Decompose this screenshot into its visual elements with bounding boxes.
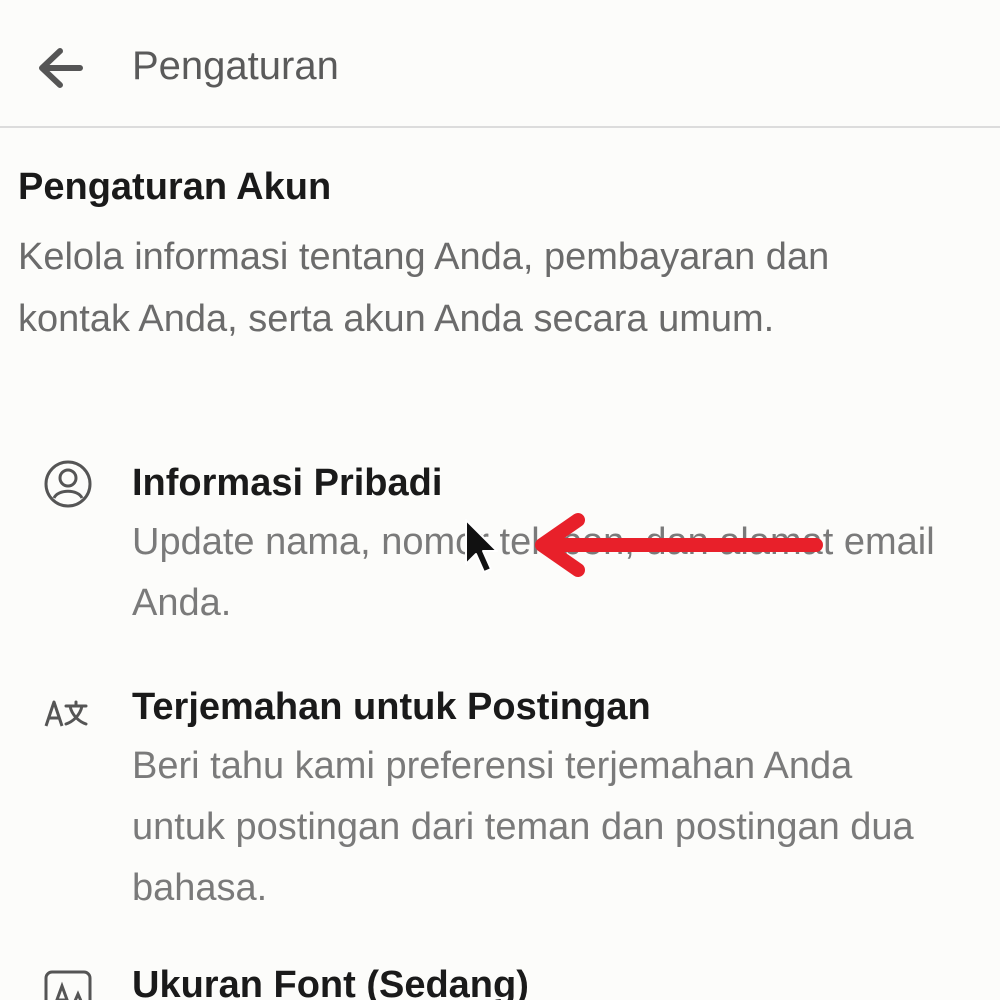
- settings-page: Pengaturan Pengaturan Akun Kelola inform…: [0, 0, 1000, 1000]
- item-description: Beri tahu kami preferensi terjemahan And…: [132, 745, 914, 909]
- back-button[interactable]: [30, 38, 90, 98]
- person-circle-icon: [42, 458, 94, 510]
- item-description: Update nama, nomor telepon, dan alamat e…: [132, 521, 935, 624]
- item-title: Informasi Pribadi: [132, 462, 443, 504]
- section-title: Pengaturan Akun: [18, 166, 332, 208]
- item-title: Terjemahan untuk Postingan: [132, 686, 651, 728]
- section-description: Kelola informasi tentang Anda, pembayara…: [18, 236, 830, 340]
- page-title: Pengaturan: [132, 44, 339, 88]
- translate-icon: [42, 686, 94, 738]
- settings-header: Pengaturan: [0, 0, 1000, 128]
- font-size-icon: [42, 968, 94, 1000]
- item-title: Ukuran Font (Sedang): [132, 964, 529, 1000]
- arrow-left-icon: [39, 48, 83, 88]
